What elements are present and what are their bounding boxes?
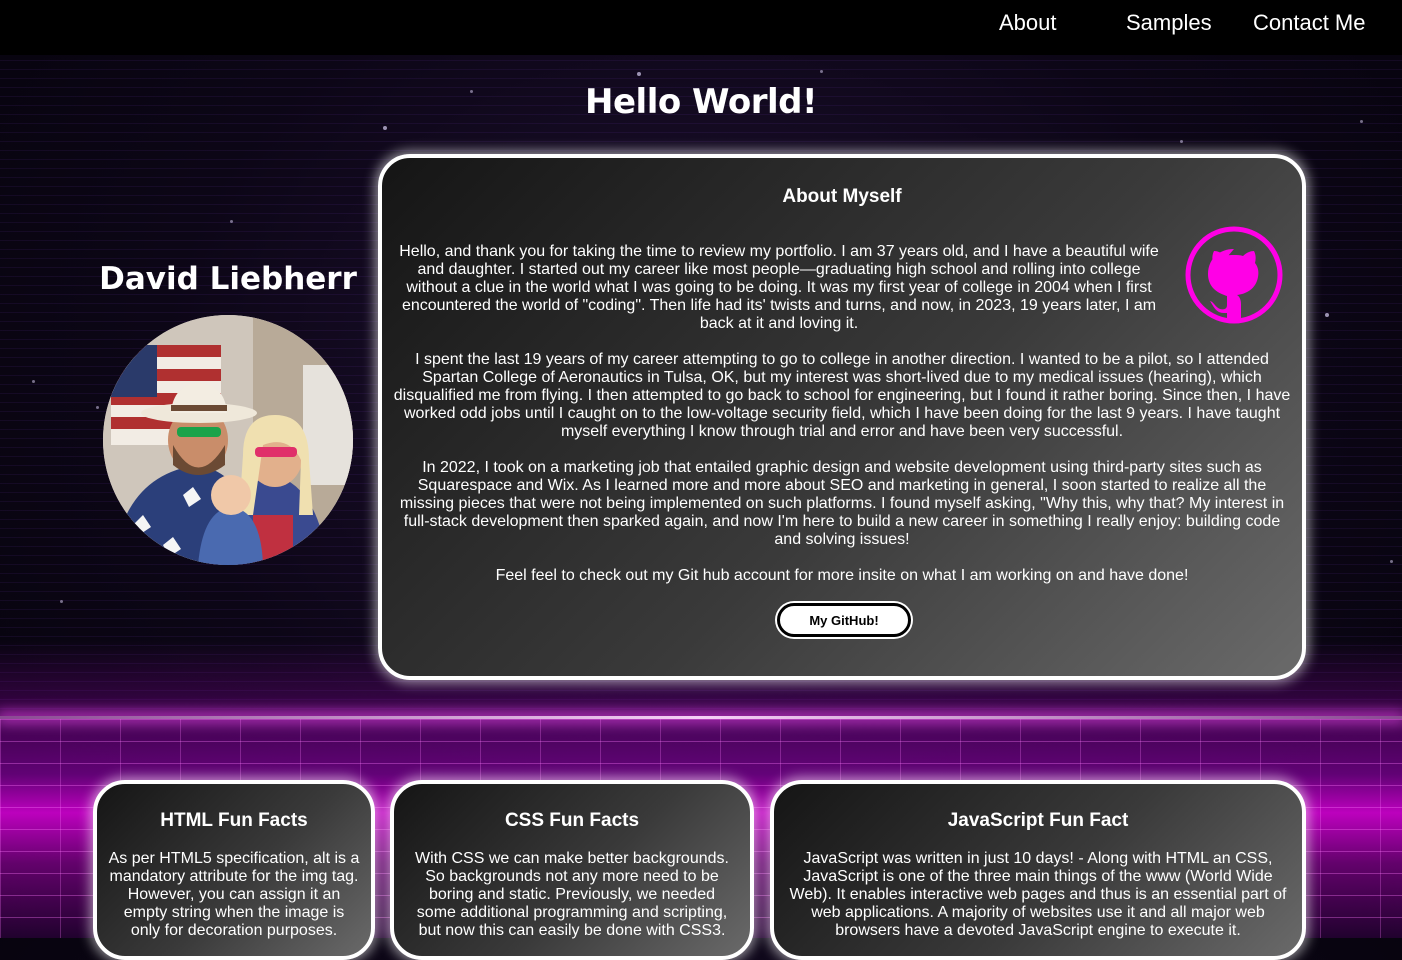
about-paragraph: In 2022, I took on a marketing job that … [399,459,1285,548]
star [230,220,233,223]
family-photo-image [103,315,353,565]
star [1325,313,1329,317]
fact-text: With CSS we can make better backgrounds.… [415,850,729,939]
about-myself-card: About Myself Hello, and thank you for ta… [378,154,1306,680]
javascript-fun-fact-card: JavaScript Fun Fact JavaScript was writt… [770,780,1306,960]
fact-title: JavaScript Fun Fact [947,810,1129,831]
css-fun-facts-card: CSS Fun Facts With CSS we can make bette… [390,780,754,960]
nav-link-contact-me[interactable]: Contact Me [1253,10,1366,36]
fact-text: As per HTML5 specification, alt is a man… [108,850,360,939]
top-navbar: About Samples Contact Me [0,0,1402,55]
about-text: Hello, and thank you for taking the time… [390,243,1294,603]
star [383,126,387,130]
star [1180,140,1183,143]
about-title: About Myself [782,186,902,207]
nav-link-about[interactable]: About [999,10,1057,36]
about-paragraph: Feel feel to check out my Git hub accoun… [495,567,1189,584]
fact-title: HTML Fun Facts [160,810,308,831]
star [637,72,641,76]
star [60,600,63,603]
about-paragraph: Hello, and thank you for taking the time… [399,243,1159,332]
fact-title: CSS Fun Facts [504,810,640,831]
fact-text: JavaScript was written in just 10 days! … [789,850,1287,939]
about-paragraph: I spent the last 19 years of my career a… [393,351,1291,440]
github-button[interactable]: My GitHub! [777,603,911,637]
star [1390,560,1393,563]
profile-name: David Liebherr [99,261,357,297]
star [820,70,823,73]
html-fun-facts-card: HTML Fun Facts As per HTML5 specificatio… [93,780,375,960]
star [96,406,99,409]
page-title: Hello World! [585,82,817,122]
star [32,380,35,383]
nav-link-samples[interactable]: Samples [1126,10,1212,36]
profile-photo [103,315,353,565]
